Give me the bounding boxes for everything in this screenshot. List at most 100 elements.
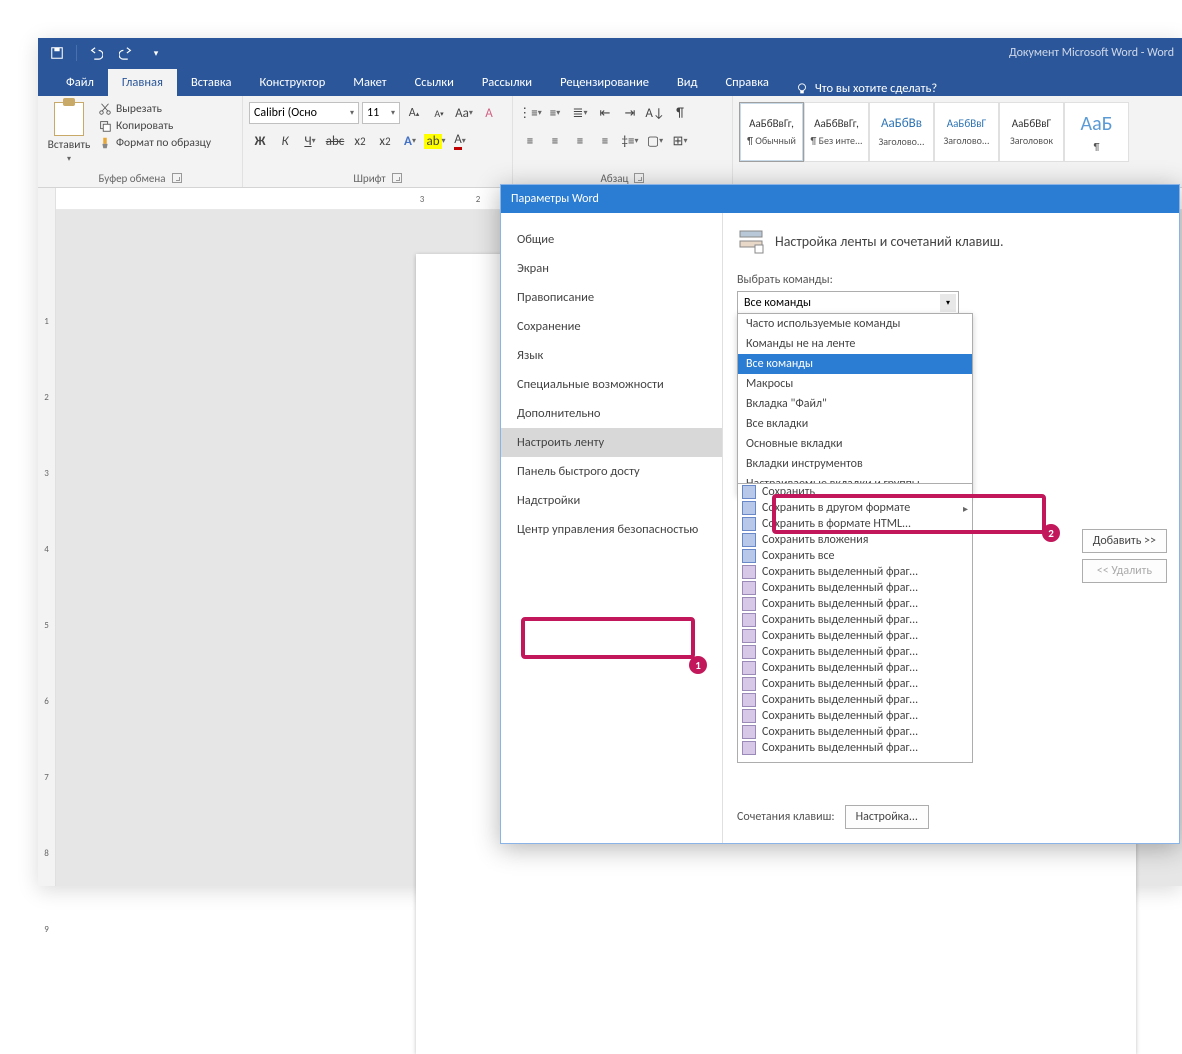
change-case-button[interactable]: Aa▾: [453, 102, 475, 124]
tab-mailings[interactable]: Рассылки: [468, 69, 546, 96]
options-nav-item[interactable]: Панель быстрого досту: [501, 457, 722, 486]
options-nav-item[interactable]: Правописание: [501, 283, 722, 312]
dropdown-item[interactable]: Основные вкладки: [738, 434, 972, 454]
align-center-button[interactable]: ≡: [544, 130, 566, 152]
tab-review[interactable]: Рецензирование: [546, 69, 663, 96]
remove-button[interactable]: << Удалить: [1082, 559, 1167, 583]
clipboard-dialog-launcher[interactable]: [172, 173, 182, 183]
command-item[interactable]: Сохранить в другом формате▸: [738, 500, 972, 516]
options-nav-item[interactable]: Центр управления безопасностью: [501, 515, 722, 544]
copy-button[interactable]: Копировать: [98, 119, 211, 133]
strikethrough-button[interactable]: abc: [324, 130, 346, 152]
command-item[interactable]: Сохранить выделенный фраг...: [738, 660, 972, 676]
options-nav-item[interactable]: Язык: [501, 341, 722, 370]
command-item[interactable]: Сохранить выделенный фраг...: [738, 612, 972, 628]
dropdown-item[interactable]: Часто используемые команды: [738, 314, 972, 334]
commands-source-combo[interactable]: Все команды ▾: [737, 291, 959, 315]
line-spacing-button[interactable]: ‡≡▾: [619, 130, 641, 152]
font-color-button[interactable]: A▾: [449, 130, 471, 152]
style-subtitle[interactable]: АаБ¶: [1064, 102, 1129, 162]
undo-icon[interactable]: [85, 42, 107, 64]
grow-font-button[interactable]: A▴: [403, 102, 425, 124]
tab-file[interactable]: Файл: [52, 69, 108, 96]
command-item[interactable]: Сохранить выделенный фраг...: [738, 676, 972, 692]
bold-button[interactable]: Ж: [249, 130, 271, 152]
show-marks-button[interactable]: ¶: [669, 102, 691, 124]
font-size-combo[interactable]: 11▾: [362, 102, 400, 124]
qat-more-icon[interactable]: ▾: [145, 42, 167, 64]
command-item[interactable]: Сохранить вложения: [738, 532, 972, 548]
tab-home[interactable]: Главная: [108, 69, 177, 96]
command-item[interactable]: Сохранить выделенный фраг...: [738, 596, 972, 612]
options-nav-item[interactable]: Надстройки: [501, 486, 722, 515]
font-name-combo[interactable]: Calibri (Осно▾: [249, 102, 359, 124]
command-item[interactable]: Сохранить выделенный фраг...: [738, 580, 972, 596]
dropdown-item[interactable]: Макросы: [738, 374, 972, 394]
superscript-button[interactable]: x2: [374, 130, 396, 152]
dropdown-item[interactable]: Вкладки инструментов: [738, 454, 972, 474]
command-item[interactable]: Сохранить выделенный фраг...: [738, 564, 972, 580]
add-button[interactable]: Добавить >>: [1082, 529, 1167, 553]
vertical-ruler[interactable]: 123456789: [38, 210, 56, 886]
tab-design[interactable]: Конструктор: [245, 69, 339, 96]
styles-gallery[interactable]: АаБбВвГг,¶ Обычный АаБбВвГг,¶ Без инте..…: [739, 102, 1129, 162]
command-item[interactable]: Сохранить выделенный фраг...: [738, 724, 972, 740]
shrink-font-button[interactable]: A▾: [428, 102, 450, 124]
save-icon[interactable]: [46, 42, 68, 64]
numbering-button[interactable]: ≡▾: [544, 102, 566, 124]
text-effects-button[interactable]: A▾: [399, 130, 421, 152]
align-left-button[interactable]: ≡: [519, 130, 541, 152]
dropdown-item[interactable]: Вкладка "Файл": [738, 394, 972, 414]
options-nav-item[interactable]: Сохранение: [501, 312, 722, 341]
command-item[interactable]: Сохранить: [738, 484, 972, 500]
bullets-button[interactable]: ⋮≡▾: [519, 102, 541, 124]
command-item[interactable]: Сохранить выделенный фраг...: [738, 708, 972, 724]
underline-button[interactable]: Ч▾: [299, 130, 321, 152]
style-heading2[interactable]: АаБбВвГЗаголово...: [934, 102, 999, 162]
tell-me-box[interactable]: Что вы хотите сделать?: [783, 81, 949, 96]
command-item[interactable]: Сохранить выделенный фраг...: [738, 740, 972, 756]
format-painter-button[interactable]: Формат по образцу: [98, 136, 211, 150]
italic-button[interactable]: К: [274, 130, 296, 152]
paste-button[interactable]: Вставить ▾: [44, 102, 94, 164]
shading-button[interactable]: ▢▾: [644, 130, 666, 152]
commands-list[interactable]: СохранитьСохранить в другом формате▸Сохр…: [737, 483, 973, 763]
clear-formatting-button[interactable]: A: [478, 102, 500, 124]
style-heading1[interactable]: АаБбВвЗаголово...: [869, 102, 934, 162]
tab-references[interactable]: Ссылки: [401, 69, 468, 96]
cut-button[interactable]: Вырезать: [98, 102, 211, 116]
tab-view[interactable]: Вид: [663, 69, 712, 96]
borders-button[interactable]: ⊞▾: [669, 130, 691, 152]
font-dialog-launcher[interactable]: [392, 173, 402, 183]
tab-insert[interactable]: Вставка: [177, 69, 246, 96]
options-nav-item[interactable]: Общие: [501, 225, 722, 254]
justify-button[interactable]: ≡: [594, 130, 616, 152]
dropdown-item[interactable]: Команды не на ленте: [738, 334, 972, 354]
command-item[interactable]: Сохранить в формате HTML...: [738, 516, 972, 532]
style-no-spacing[interactable]: АаБбВвГг,¶ Без инте...: [804, 102, 869, 162]
command-item[interactable]: Сохранить выделенный фраг...: [738, 692, 972, 708]
highlight-button[interactable]: ab▾: [424, 130, 446, 152]
style-normal[interactable]: АаБбВвГг,¶ Обычный: [739, 102, 804, 162]
decrease-indent-button[interactable]: ⇤: [594, 102, 616, 124]
command-item[interactable]: Сохранить все: [738, 548, 972, 564]
increase-indent-button[interactable]: ⇥: [619, 102, 641, 124]
redo-icon[interactable]: [115, 42, 137, 64]
style-title[interactable]: АаБбВвГЗаголовок: [999, 102, 1064, 162]
multilevel-list-button[interactable]: ≣▾: [569, 102, 591, 124]
options-nav-item[interactable]: Экран: [501, 254, 722, 283]
command-item[interactable]: Сохранить выделенный фраг...: [738, 644, 972, 660]
align-right-button[interactable]: ≡: [569, 130, 591, 152]
tab-layout[interactable]: Макет: [339, 69, 400, 96]
options-nav-item[interactable]: Настроить ленту: [501, 428, 722, 457]
dropdown-item[interactable]: Все вкладки: [738, 414, 972, 434]
tab-help[interactable]: Справка: [712, 69, 783, 96]
subscript-button[interactable]: x2: [349, 130, 371, 152]
paragraph-dialog-launcher[interactable]: [634, 173, 644, 183]
sort-button[interactable]: A↓: [644, 102, 666, 124]
dropdown-item[interactable]: Все команды: [738, 354, 972, 374]
customize-shortcuts-button[interactable]: Настройка...: [845, 805, 929, 829]
options-nav-item[interactable]: Специальные возможности: [501, 370, 722, 399]
options-nav-item[interactable]: Дополнительно: [501, 399, 722, 428]
command-item[interactable]: Сохранить выделенный фраг...: [738, 628, 972, 644]
